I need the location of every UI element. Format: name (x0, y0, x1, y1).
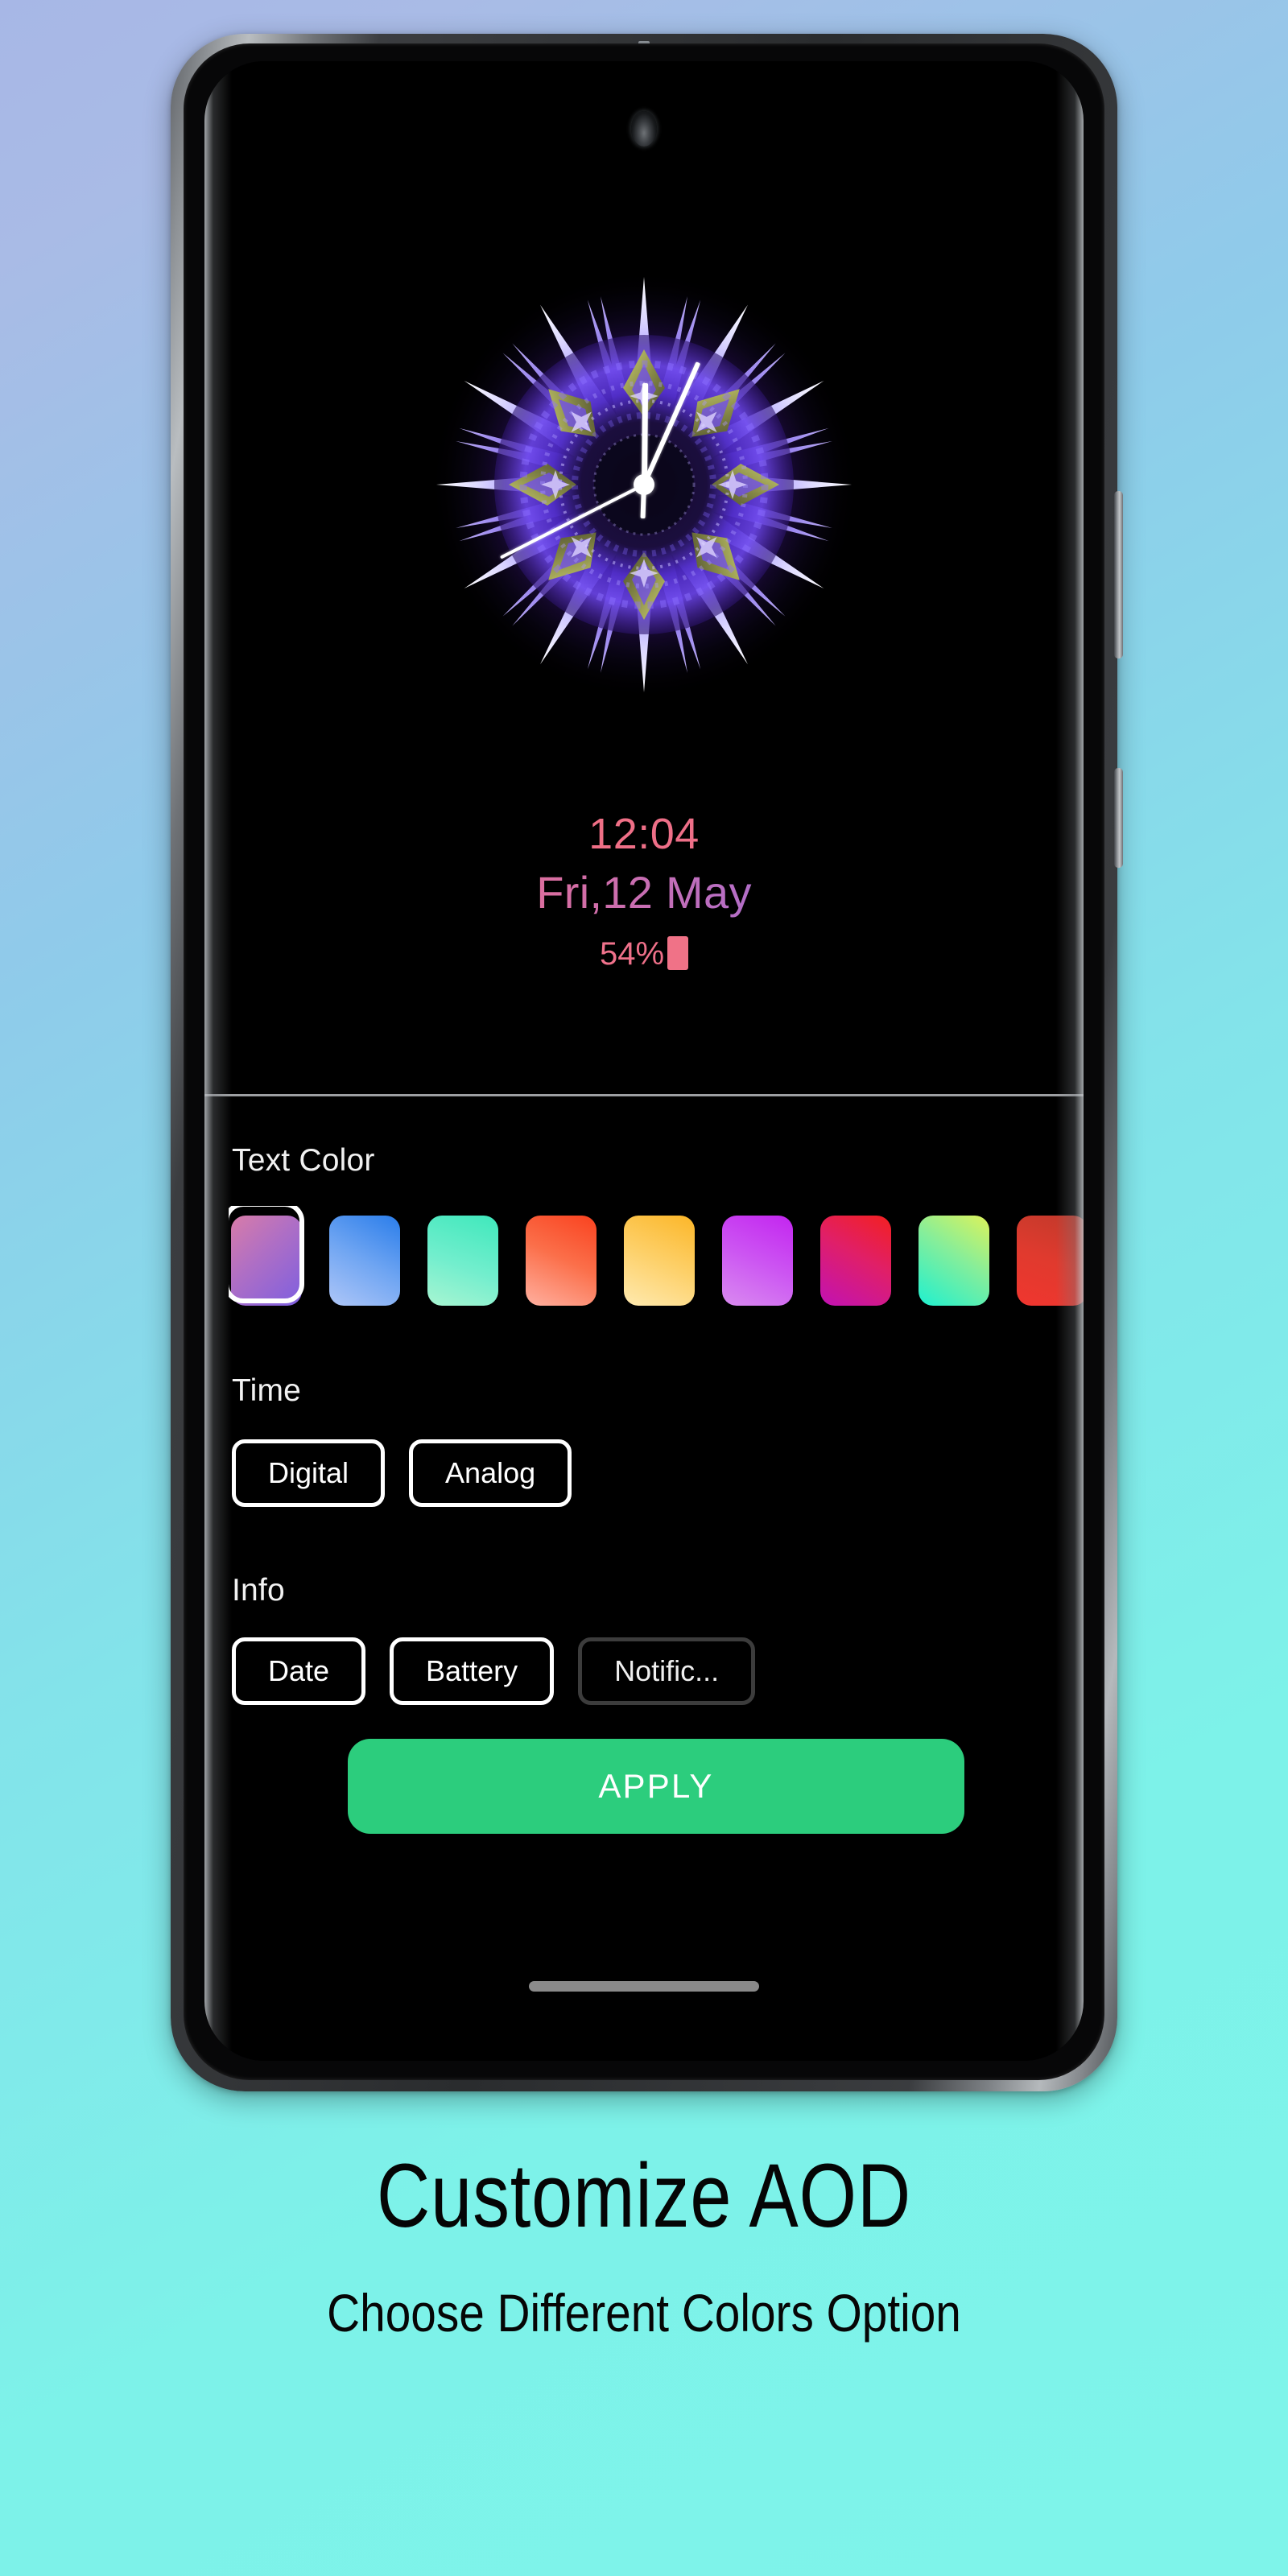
aod-info-block: 12:04 Fri,12 May 54% (204, 810, 1084, 972)
swatch-fill (231, 1216, 302, 1306)
color-swatch-2[interactable] (425, 1213, 501, 1308)
phone-bezel: 12:04 Fri,12 May 54% Text Color Time Dig… (184, 43, 1104, 2080)
caption-subtitle: Choose Different Colors Option (327, 2283, 961, 2343)
swatch-fill (329, 1216, 400, 1306)
punch-hole-camera-icon (631, 111, 657, 147)
home-indicator[interactable] (529, 1981, 759, 1992)
swatch-fill (1017, 1216, 1084, 1306)
swatch-fill (722, 1216, 793, 1306)
volume-button[interactable] (1114, 491, 1123, 658)
swatch-fill (820, 1216, 891, 1306)
settings-panel: Text Color Time Digital Analog Info Date… (204, 1108, 1084, 2061)
phone-screen: 12:04 Fri,12 May 54% Text Color Time Dig… (204, 61, 1084, 2061)
swatch-fill (526, 1216, 597, 1306)
phone-device: 12:04 Fri,12 May 54% Text Color Time Dig… (171, 34, 1123, 2091)
info-option-notifications[interactable]: Notific... (578, 1637, 756, 1705)
caption-title: Customize AOD (377, 2145, 911, 2246)
color-swatch-6[interactable] (818, 1213, 894, 1308)
time-option-digital[interactable]: Digital (232, 1439, 386, 1507)
analog-clock (419, 259, 869, 710)
power-button[interactable] (1114, 768, 1123, 868)
info-label: Info (232, 1573, 285, 1608)
aod-date: Fri,12 May (204, 868, 1084, 919)
swatch-fill (427, 1216, 498, 1306)
clock-hour-hand (641, 382, 648, 485)
color-swatch-strip[interactable] (229, 1206, 1084, 1315)
phone-frame: 12:04 Fri,12 May 54% Text Color Time Dig… (171, 34, 1123, 2091)
color-swatch-1[interactable] (327, 1213, 402, 1308)
time-options: Digital Analog (232, 1439, 572, 1507)
info-options: Date Battery Notific... (232, 1637, 756, 1705)
caption-block: Customize AOD Choose Different Colors Op… (0, 2145, 1288, 2343)
info-option-battery[interactable]: Battery (390, 1637, 555, 1705)
info-option-date[interactable]: Date (232, 1637, 366, 1705)
aod-time: 12:04 (204, 810, 1084, 858)
color-swatch-8[interactable] (1014, 1213, 1084, 1308)
color-swatch-4[interactable] (621, 1213, 697, 1308)
color-swatch-5[interactable] (720, 1213, 795, 1308)
clock-center-hub (634, 474, 654, 495)
apply-button[interactable]: APPLY (348, 1739, 964, 1834)
swatch-fill (919, 1216, 989, 1306)
color-swatch-7[interactable] (916, 1213, 992, 1308)
time-option-analog[interactable]: Analog (409, 1439, 572, 1507)
swatch-fill (624, 1216, 695, 1306)
battery-icon (667, 936, 689, 971)
color-swatch-3[interactable] (523, 1213, 599, 1308)
aod-battery: 54% (204, 936, 1084, 972)
aod-battery-percent: 54% (599, 936, 665, 972)
promo-screenshot: 12:04 Fri,12 May 54% Text Color Time Dig… (0, 0, 1288, 2576)
time-label: Time (232, 1373, 302, 1408)
section-divider (204, 1094, 1084, 1096)
text-color-label: Text Color (232, 1143, 375, 1178)
color-swatch-0[interactable] (229, 1206, 304, 1308)
aod-preview: 12:04 Fri,12 May 54% (204, 61, 1084, 1074)
